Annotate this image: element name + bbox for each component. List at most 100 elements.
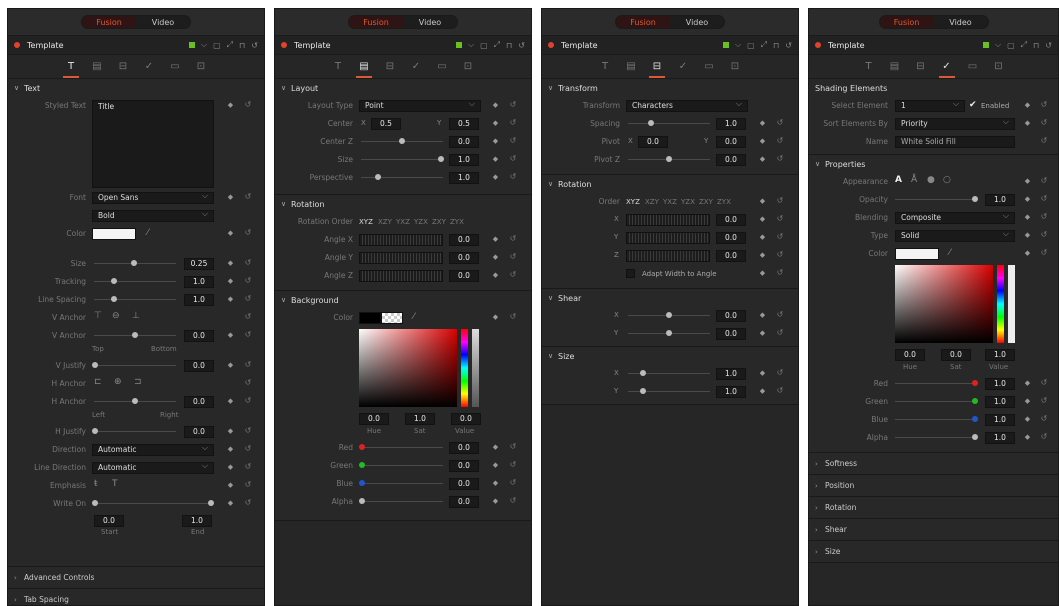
hue-strip[interactable]	[461, 329, 468, 407]
anchor-right-icon[interactable]: ⊐	[134, 377, 142, 387]
shading-tab-icon[interactable]: ✓	[675, 58, 691, 76]
reset-icon[interactable]: ↺	[243, 480, 253, 489]
line-direction-dropdown[interactable]: Automatic	[92, 462, 214, 474]
alpha-strip[interactable]	[472, 329, 479, 407]
order-yzx[interactable]: YZX	[414, 218, 428, 226]
keyframe-icon[interactable]: ◆	[226, 331, 235, 339]
text-outline-icon[interactable]: Å	[911, 175, 917, 185]
reset-icon[interactable]: ↺	[508, 118, 518, 127]
shear-y-value[interactable]: 0.0	[716, 328, 746, 340]
keyframe-icon[interactable]: ◆	[491, 137, 500, 145]
reset-icon[interactable]: ↺	[508, 252, 518, 261]
text-section-header[interactable]: ∨ Text	[8, 79, 264, 97]
tracking-value[interactable]: 1.0	[184, 276, 214, 288]
order-yxz[interactable]: YXZ	[396, 218, 410, 226]
chevron-down-icon[interactable]: ⌵	[735, 40, 741, 50]
reset-icon[interactable]: ↺	[251, 41, 258, 50]
direction-dropdown[interactable]: Automatic	[92, 444, 214, 456]
keyframe-icon[interactable]: ◆	[1023, 433, 1032, 441]
keyframe-icon[interactable]: ◆	[226, 259, 235, 267]
fusion-tab[interactable]: Fusion	[349, 16, 403, 28]
layout-tab-icon[interactable]: ▤	[89, 58, 105, 76]
fusion-tab[interactable]: Fusion	[616, 16, 670, 28]
eyedropper-icon[interactable]: ⁄	[949, 248, 951, 258]
reset-icon[interactable]: ↺	[508, 172, 518, 181]
tracking-slider[interactable]	[94, 281, 176, 282]
val-value[interactable]: 0.0	[451, 413, 481, 425]
keyframe-icon[interactable]: ◆	[226, 463, 235, 471]
chevron-down-icon[interactable]: ⌵	[468, 40, 474, 50]
vjustify-slider[interactable]	[94, 365, 176, 366]
reset-icon[interactable]: ↺	[785, 41, 792, 50]
angle-y-value[interactable]: 0.0	[449, 252, 479, 264]
keyframe-icon[interactable]: ◆	[758, 269, 767, 277]
size-section-header[interactable]: ∨ Size	[542, 347, 798, 365]
reset-icon[interactable]: ↺	[508, 496, 518, 505]
reset-icon[interactable]: ↺	[508, 136, 518, 145]
pivotz-value[interactable]: 0.0	[716, 154, 746, 166]
reset-icon[interactable]: ↺	[1039, 396, 1049, 405]
keyframe-icon[interactable]: ◆	[758, 137, 767, 145]
background-section-header[interactable]: ∨ Background	[275, 291, 531, 309]
order-yxz[interactable]: YXZ	[663, 198, 677, 206]
advanced-controls-section[interactable]: › Advanced Controls	[8, 567, 264, 589]
node-dot-icon[interactable]	[281, 42, 287, 48]
spacing-slider[interactable]	[628, 123, 710, 124]
size-y-slider-knob[interactable]	[640, 388, 646, 394]
shear-section-header[interactable]: ∨ Shear	[542, 289, 798, 307]
rot-y-value[interactable]: 0.0	[716, 232, 746, 244]
pivot-x-value[interactable]: 0.0	[638, 136, 668, 148]
lock-icon[interactable]: ⊓	[239, 41, 245, 50]
order-zxy[interactable]: ZXY	[699, 198, 713, 206]
tracking-slider-knob[interactable]	[111, 278, 117, 284]
reset-icon[interactable]: ↺	[775, 368, 785, 377]
reset-icon[interactable]: ↺	[1039, 136, 1049, 145]
write-on-start-value[interactable]: 0.0	[94, 515, 124, 527]
keyframe-icon[interactable]: ◆	[226, 361, 235, 369]
keyframe-icon[interactable]: ◆	[226, 427, 235, 435]
char-rotation-section-header[interactable]: ∨ Rotation	[542, 175, 798, 193]
keyframe-icon[interactable]: ◆	[491, 271, 500, 279]
vjustify-value[interactable]: 0.0	[184, 360, 214, 372]
size-x-value[interactable]: 1.0	[716, 368, 746, 380]
blue-value[interactable]: 1.0	[985, 414, 1015, 426]
adapt-width-checkbox[interactable]	[626, 269, 635, 278]
red-slider-knob[interactable]	[972, 380, 978, 386]
layout-size-value[interactable]: 1.0	[449, 154, 479, 166]
hjustify-value[interactable]: 0.0	[184, 426, 214, 438]
reset-icon[interactable]: ↺	[775, 136, 785, 145]
frame-icon[interactable]: ▢	[747, 41, 755, 50]
hanchor-slider-knob[interactable]	[132, 398, 138, 404]
shear-section-collapsed[interactable]: › Shear	[809, 519, 1058, 541]
video-tab[interactable]: Video	[403, 16, 457, 28]
keyframe-icon[interactable]: ◆	[226, 277, 235, 285]
reset-icon[interactable]: ↺	[775, 310, 785, 319]
order-zyx[interactable]: ZYX	[717, 198, 731, 206]
text-fill-icon[interactable]: A	[895, 175, 902, 185]
opacity-slider-knob[interactable]	[972, 196, 978, 202]
shading-tab-icon[interactable]: ✓	[408, 58, 424, 76]
angle-y-thumbwheel[interactable]	[359, 252, 443, 264]
reset-icon[interactable]: ↺	[508, 478, 518, 487]
pin-icon[interactable]: ⤢	[761, 40, 767, 50]
write-on-end-knob[interactable]	[208, 500, 214, 506]
keyframe-icon[interactable]: ◆	[1023, 231, 1032, 239]
pin-icon[interactable]: ⤢	[494, 40, 500, 50]
reset-icon[interactable]: ↺	[508, 442, 518, 451]
reset-icon[interactable]: ↺	[243, 444, 253, 453]
rot-x-value[interactable]: 0.0	[716, 214, 746, 226]
red-slider[interactable]	[361, 447, 443, 448]
green-value[interactable]: 1.0	[985, 396, 1015, 408]
keyframe-icon[interactable]: ◆	[226, 295, 235, 303]
anchor-middle-icon[interactable]: ⊖	[112, 311, 120, 321]
vjustify-slider-knob[interactable]	[92, 362, 98, 368]
reset-icon[interactable]: ↺	[1039, 414, 1049, 423]
border-outline-icon[interactable]: ○	[943, 175, 951, 185]
reset-icon[interactable]: ↺	[508, 460, 518, 469]
select-element-dropdown[interactable]: 1	[895, 100, 965, 112]
keyframe-icon[interactable]: ◆	[758, 119, 767, 127]
keyframe-icon[interactable]: ◆	[1023, 213, 1032, 221]
video-tab[interactable]: Video	[136, 16, 190, 28]
hjustify-slider-knob[interactable]	[92, 428, 98, 434]
bg-color-swatch[interactable]	[359, 312, 381, 324]
